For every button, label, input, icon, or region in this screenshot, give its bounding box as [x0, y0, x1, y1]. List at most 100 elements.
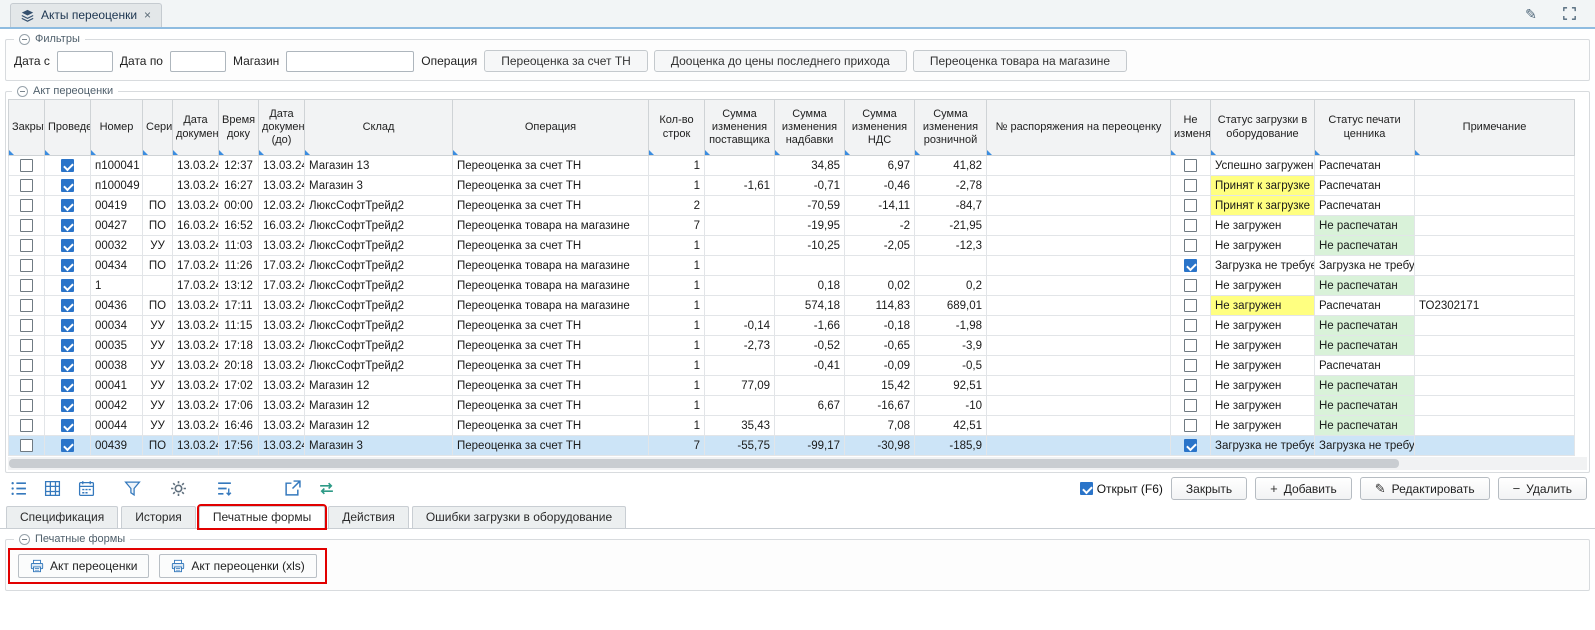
table-row[interactable]: 00436ПО13.03.2417:1113.03.24ЛюксСофтТрей…: [9, 296, 1575, 316]
column-header-posted[interactable]: Проведен: [45, 100, 91, 156]
cell-note[interactable]: [1415, 416, 1575, 436]
cell-warehouse[interactable]: ЛюксСофтТрейд2: [305, 256, 453, 276]
no_change-checkbox[interactable]: [1184, 179, 1197, 192]
cell-load_status[interactable]: Не загружен: [1211, 356, 1315, 376]
cell-print_status[interactable]: Распечатан: [1315, 176, 1415, 196]
cell-operation[interactable]: Переоценка за счет ТН: [453, 436, 649, 456]
no_change-checkbox[interactable]: [1184, 419, 1197, 432]
column-header-closed[interactable]: Закрыт: [9, 100, 45, 156]
cell-sum_markup[interactable]: -0,41: [775, 356, 845, 376]
close-button[interactable]: Закрыть: [1171, 477, 1247, 500]
cell-date[interactable]: 13.03.24: [173, 436, 219, 456]
cell-sum_retail[interactable]: -21,95: [915, 216, 987, 236]
closed-checkbox[interactable]: [20, 239, 33, 252]
cell-date_to[interactable]: 13.03.24: [259, 296, 305, 316]
cell-note[interactable]: [1415, 396, 1575, 416]
cell-note[interactable]: [1415, 356, 1575, 376]
date-to-input[interactable]: [170, 51, 226, 72]
cell-load_status[interactable]: Не загружен: [1211, 236, 1315, 256]
column-header-load_status[interactable]: Статус загрузки в оборудование: [1211, 100, 1315, 156]
table-row[interactable]: 00434ПО17.03.2411:2617.03.24ЛюксСофтТрей…: [9, 256, 1575, 276]
cell-count[interactable]: 1: [649, 396, 705, 416]
cell-operation[interactable]: Переоценка за счет ТН: [453, 196, 649, 216]
cell-sum_markup[interactable]: -0,52: [775, 336, 845, 356]
delete-button[interactable]: −Удалить: [1498, 477, 1587, 500]
cell-number[interactable]: 00032: [91, 236, 143, 256]
open-checkbox[interactable]: [1080, 482, 1093, 495]
cell-date[interactable]: 13.03.24: [173, 336, 219, 356]
no_change-checkbox[interactable]: [1184, 399, 1197, 412]
cell-note[interactable]: [1415, 236, 1575, 256]
cell-series[interactable]: [143, 176, 173, 196]
no_change-checkbox[interactable]: [1184, 319, 1197, 332]
posted-checkbox[interactable]: [61, 219, 74, 232]
cell-count[interactable]: 7: [649, 216, 705, 236]
cell-sum_sup[interactable]: -55,75: [705, 436, 775, 456]
cell-count[interactable]: 1: [649, 336, 705, 356]
cell-date[interactable]: 16.03.24: [173, 216, 219, 236]
cell-count[interactable]: 1: [649, 276, 705, 296]
cell-series[interactable]: ПО: [143, 196, 173, 216]
column-header-sum_retail[interactable]: Сумма изменения розничной: [915, 100, 987, 156]
filter-icon[interactable]: [122, 479, 142, 499]
cell-sum_vat[interactable]: [845, 256, 915, 276]
cell-date[interactable]: 13.03.24: [173, 316, 219, 336]
cell-date_to[interactable]: 13.03.24: [259, 416, 305, 436]
table-row[interactable]: 117.03.2413:1217.03.24ЛюксСофтТрейд2Пере…: [9, 276, 1575, 296]
cell-sum_vat[interactable]: -30,98: [845, 436, 915, 456]
cell-load_status[interactable]: Загрузка не требуется: [1211, 256, 1315, 276]
cell-sum_markup[interactable]: 574,18: [775, 296, 845, 316]
cell-number[interactable]: 00419: [91, 196, 143, 216]
cell-sum_markup[interactable]: -0,71: [775, 176, 845, 196]
cell-warehouse[interactable]: Магазин 12: [305, 376, 453, 396]
posted-checkbox[interactable]: [61, 339, 74, 352]
closed-checkbox[interactable]: [20, 359, 33, 372]
column-header-no_change[interactable]: Не изменять: [1171, 100, 1211, 156]
cell-sum_markup[interactable]: [775, 256, 845, 276]
cell-sum_sup[interactable]: -2,73: [705, 336, 775, 356]
cell-series[interactable]: [143, 276, 173, 296]
cell-print_status[interactable]: Не распечатан: [1315, 316, 1415, 336]
bottom-tab[interactable]: Печатные формы: [199, 506, 325, 528]
cell-print_status[interactable]: Распечатан: [1315, 196, 1415, 216]
no_change-checkbox[interactable]: [1184, 199, 1197, 212]
cell-order_no[interactable]: [987, 236, 1171, 256]
cell-warehouse[interactable]: ЛюксСофтТрейд2: [305, 356, 453, 376]
cell-sum_retail[interactable]: 689,01: [915, 296, 987, 316]
posted-checkbox[interactable]: [61, 419, 74, 432]
cell-load_status[interactable]: Не загружен: [1211, 336, 1315, 356]
cell-time[interactable]: 20:18: [219, 356, 259, 376]
cell-print_status[interactable]: Загрузка не требуется: [1315, 436, 1415, 456]
cell-sum_retail[interactable]: 0,2: [915, 276, 987, 296]
cell-count[interactable]: 1: [649, 156, 705, 176]
cell-time[interactable]: 17:02: [219, 376, 259, 396]
cell-date_to[interactable]: 13.03.24: [259, 376, 305, 396]
cell-time[interactable]: 13:12: [219, 276, 259, 296]
cell-print_status[interactable]: Распечатан: [1315, 296, 1415, 316]
cell-sum_retail[interactable]: -84,7: [915, 196, 987, 216]
cell-sum_vat[interactable]: -2,05: [845, 236, 915, 256]
cell-note[interactable]: [1415, 216, 1575, 236]
cell-sum_markup[interactable]: [775, 376, 845, 396]
cell-date[interactable]: 13.03.24: [173, 356, 219, 376]
cell-order_no[interactable]: [987, 436, 1171, 456]
cell-sum_sup[interactable]: [705, 216, 775, 236]
cell-sum_markup[interactable]: -19,95: [775, 216, 845, 236]
table-row[interactable]: 00427ПО16.03.2416:5216.03.24ЛюксСофтТрей…: [9, 216, 1575, 236]
column-header-count[interactable]: Кол-во строк: [649, 100, 705, 156]
refresh-icon[interactable]: [316, 479, 336, 499]
cell-number[interactable]: 1: [91, 276, 143, 296]
closed-checkbox[interactable]: [20, 179, 33, 192]
closed-checkbox[interactable]: [20, 279, 33, 292]
cell-load_status[interactable]: Не загружен: [1211, 396, 1315, 416]
collapse-icon[interactable]: [19, 34, 30, 45]
column-header-date[interactable]: Дата документа: [173, 100, 219, 156]
cell-operation[interactable]: Переоценка товара на магазине: [453, 296, 649, 316]
cell-count[interactable]: 1: [649, 296, 705, 316]
cell-number[interactable]: 00436: [91, 296, 143, 316]
cell-sum_sup[interactable]: [705, 396, 775, 416]
cell-date[interactable]: 17.03.24: [173, 276, 219, 296]
scrollbar-thumb[interactable]: [9, 459, 1399, 468]
open-checkbox-group[interactable]: Открыт (F6): [1080, 482, 1163, 496]
cell-print_status[interactable]: Загрузка не требуется: [1315, 256, 1415, 276]
